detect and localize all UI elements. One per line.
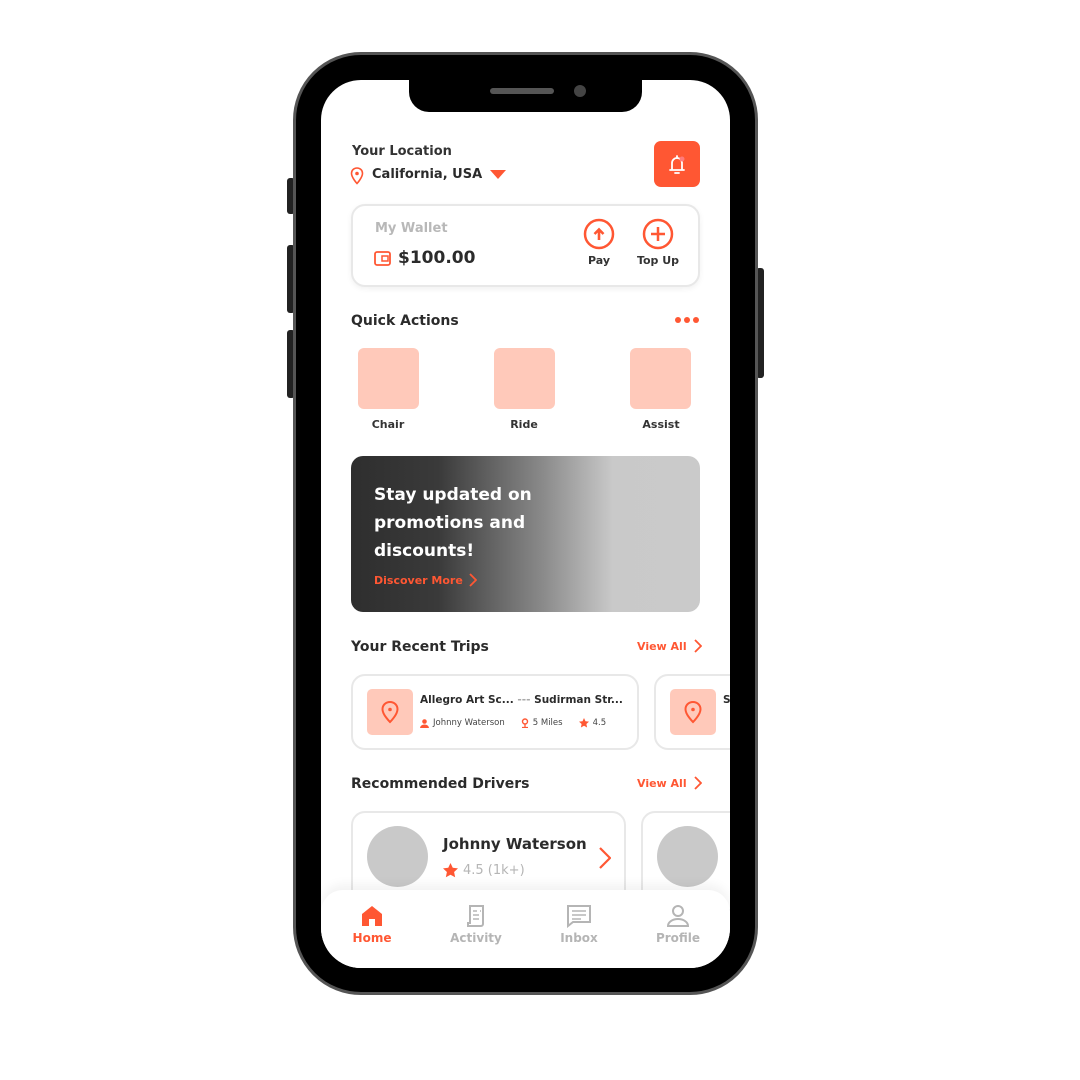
nav-label: Profile	[655, 931, 701, 945]
nav-label: Inbox	[560, 931, 598, 945]
pay-button[interactable]: Pay	[578, 218, 620, 267]
message-icon	[567, 905, 591, 929]
quick-actions-title: Quick Actions	[351, 313, 459, 329]
phone-notch	[409, 78, 642, 112]
trip-card[interactable]: Allegro Art Sc... --- Sudirman Str... Jo…	[351, 674, 639, 750]
plus-circle-icon	[642, 218, 674, 250]
discover-more-link[interactable]: Discover More	[374, 573, 477, 587]
discover-more-label: Discover More	[374, 573, 463, 587]
quick-action-label: Chair	[371, 418, 405, 431]
quick-action-label: Ride	[510, 418, 538, 431]
location-value: California, USA	[372, 167, 483, 182]
wallet-title: My Wallet	[375, 221, 448, 236]
chevron-right-icon	[693, 776, 702, 790]
pay-label: Pay	[587, 254, 611, 267]
driver-avatar	[657, 826, 718, 887]
top-up-label: Top Up	[636, 254, 680, 267]
driver-rating-value: 4.5 (1k+)	[463, 863, 525, 878]
wallet-icon	[374, 251, 391, 266]
promo-title: Stay updated on promotions and discounts…	[374, 485, 532, 561]
recent-trips-view-all[interactable]: View All	[637, 639, 702, 653]
nav-inbox[interactable]: Inbox	[534, 904, 624, 945]
receipt-icon	[467, 905, 484, 927]
bell-icon	[669, 155, 685, 174]
quick-action-ride[interactable]	[494, 348, 555, 409]
wallet-card: My Wallet $100.00 Pay Top Up	[351, 204, 700, 287]
trip-from: Allegro Art Sc...	[420, 694, 514, 706]
trip-from: S	[723, 694, 730, 706]
arrow-up-circle-icon	[583, 218, 615, 250]
trip-route: Allegro Art Sc... --- Sudirman Str...	[420, 694, 623, 706]
caret-down-icon	[490, 170, 507, 179]
nav-label: Home	[352, 931, 392, 945]
front-camera	[574, 85, 586, 97]
user-icon	[420, 718, 429, 728]
top-up-button[interactable]: Top Up	[633, 218, 683, 267]
location-label: Your Location	[352, 144, 452, 159]
location-selector[interactable]: California, USA	[372, 167, 507, 182]
app-screen: Your Location California, USA My Wallet …	[321, 80, 730, 968]
promo-banner[interactable]: Stay updated on promotions and discounts…	[351, 456, 700, 612]
trip-meta: Johnny Waterson 5 Miles 4.5	[420, 718, 606, 728]
chevron-right-icon	[469, 573, 477, 587]
trip-rating: 4.5	[592, 718, 607, 728]
trip-card[interactable]: S	[654, 674, 730, 750]
location-pin-icon	[350, 167, 364, 185]
location-pin-icon	[684, 700, 702, 724]
view-all-label: View All	[637, 639, 687, 653]
nav-activity[interactable]: Activity	[431, 904, 521, 945]
trip-thumb	[670, 689, 716, 735]
wallet-balance: $100.00	[398, 248, 476, 268]
driver-avatar	[367, 826, 428, 887]
nav-home[interactable]: Home	[327, 904, 417, 945]
trip-driver: Johnny Waterson	[433, 718, 505, 728]
pin-icon	[521, 718, 528, 728]
speaker-grille	[490, 88, 554, 94]
nav-profile[interactable]: Profile	[633, 904, 723, 945]
bottom-nav: Home Activity Inbox Profile	[321, 890, 730, 968]
trip-distance: 5 Miles	[532, 718, 563, 728]
chevron-right-icon	[693, 639, 702, 653]
quick-action-assist[interactable]	[630, 348, 691, 409]
more-options-button[interactable]	[675, 317, 699, 323]
quick-action-chair[interactable]	[358, 348, 419, 409]
home-icon	[362, 906, 382, 926]
notification-button[interactable]	[654, 141, 700, 187]
chevron-right-icon[interactable]	[599, 847, 611, 869]
star-icon	[578, 718, 589, 728]
user-icon	[666, 905, 690, 927]
driver-rating: 4.5 (1k+)	[443, 863, 525, 878]
quick-action-label: Assist	[642, 418, 680, 431]
location-pin-icon	[381, 700, 399, 724]
driver-name: Johnny Waterson	[443, 835, 587, 853]
recent-trips-title: Your Recent Trips	[351, 639, 489, 655]
star-icon	[443, 863, 458, 878]
nav-label: Activity	[450, 931, 502, 945]
trip-thumb	[367, 689, 413, 735]
drivers-view-all[interactable]: View All	[637, 776, 702, 790]
trip-to: Sudirman Str...	[534, 694, 623, 706]
recommended-drivers-title: Recommended Drivers	[351, 776, 530, 792]
view-all-label: View All	[637, 776, 687, 790]
